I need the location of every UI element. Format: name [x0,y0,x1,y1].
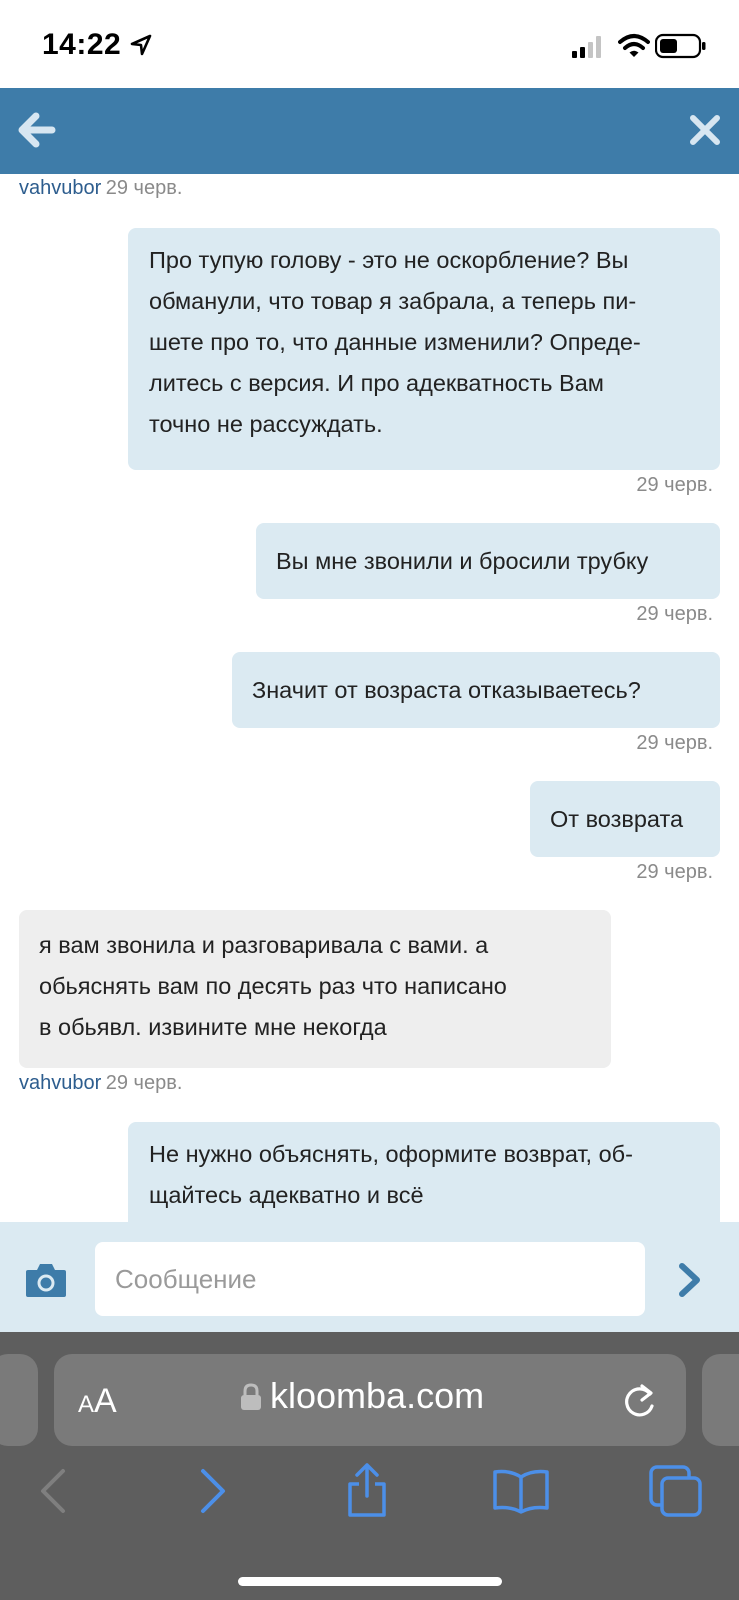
location-arrow-icon [130,34,152,56]
message-line: обьяснять вам по десять раз что написано [39,973,507,999]
url-text[interactable]: kloomba.com [270,1375,484,1417]
home-indicator[interactable] [238,1577,502,1586]
close-icon[interactable] [688,113,722,147]
message-date: 29 черв. [105,177,183,199]
message-line: От возврата [550,806,684,832]
reload-icon[interactable] [620,1380,658,1422]
next-tab-preview[interactable] [702,1354,739,1446]
text-size-small-a: A [78,1391,95,1418]
message-line: Значит от возраста отказываетесь? [252,677,641,703]
status-time: 14:22 [42,28,122,61]
forward-icon[interactable] [198,1468,228,1514]
message-date: 29 черв. [636,603,713,625]
message-line: точно не рассуждать. [149,411,383,437]
message-date: 29 черв. [105,1072,183,1094]
message-date: 29 черв. [636,861,713,883]
tabs-icon[interactable] [648,1464,704,1518]
share-icon[interactable] [344,1462,390,1518]
text-size-large-a: A [94,1382,117,1420]
back-icon[interactable] [38,1468,68,1514]
message-meta: vahvubor 29 черв. [19,1072,182,1095]
message-line: шете про то, что данные изменили? Опреде… [149,329,641,355]
outgoing-message-bubble: Значит от возраста отказываетесь? [232,652,720,728]
text-size-button[interactable]: AA [78,1382,117,1421]
message-line: Не нужно объяснять, оформите возврат, об… [149,1141,633,1167]
incoming-message-bubble: я вам звонила и разговаривала с вами. а … [19,910,611,1068]
outgoing-message-bubble: Про тупую голову - это не оскорбление? В… [128,228,720,470]
back-arrow-icon[interactable] [14,108,58,152]
message-line: Вы мне звонили и бросили трубку [276,548,649,574]
author-name[interactable]: vahvubor [19,177,101,199]
message-line: щайтесь адекватно и всё [149,1182,424,1208]
message-date: 29 черв. [636,474,713,496]
message-line: литесь с версия. И про адекватность Вам [149,370,604,396]
message-date: 29 черв. [636,732,713,754]
send-chevron-icon[interactable] [676,1262,704,1298]
wifi-icon [618,34,650,57]
lock-icon [241,1383,261,1410]
outgoing-message-bubble: Вы мне звонили и бросили трубку [256,523,720,599]
battery-icon [655,33,706,59]
message-line: я вам звонила и разговаривала с вами. а [39,932,489,958]
previous-tab-preview[interactable] [0,1354,38,1446]
author-name[interactable]: vahvubor [19,1072,101,1094]
message-line: в обьявл. извините мне некогда [39,1014,387,1040]
message-input[interactable] [95,1242,645,1316]
cellular-signal-icon [572,36,601,58]
message-line: Про тупую голову - это не оскорбление? В… [149,247,629,273]
message-meta: vahvubor 29 черв. [19,177,182,200]
outgoing-message-bubble: От возврата [530,781,720,857]
camera-icon[interactable] [24,1260,68,1300]
bookmarks-icon[interactable] [492,1468,550,1514]
chat-header [0,88,739,174]
message-line: обманули, что товар я забрала, а теперь … [149,288,637,314]
